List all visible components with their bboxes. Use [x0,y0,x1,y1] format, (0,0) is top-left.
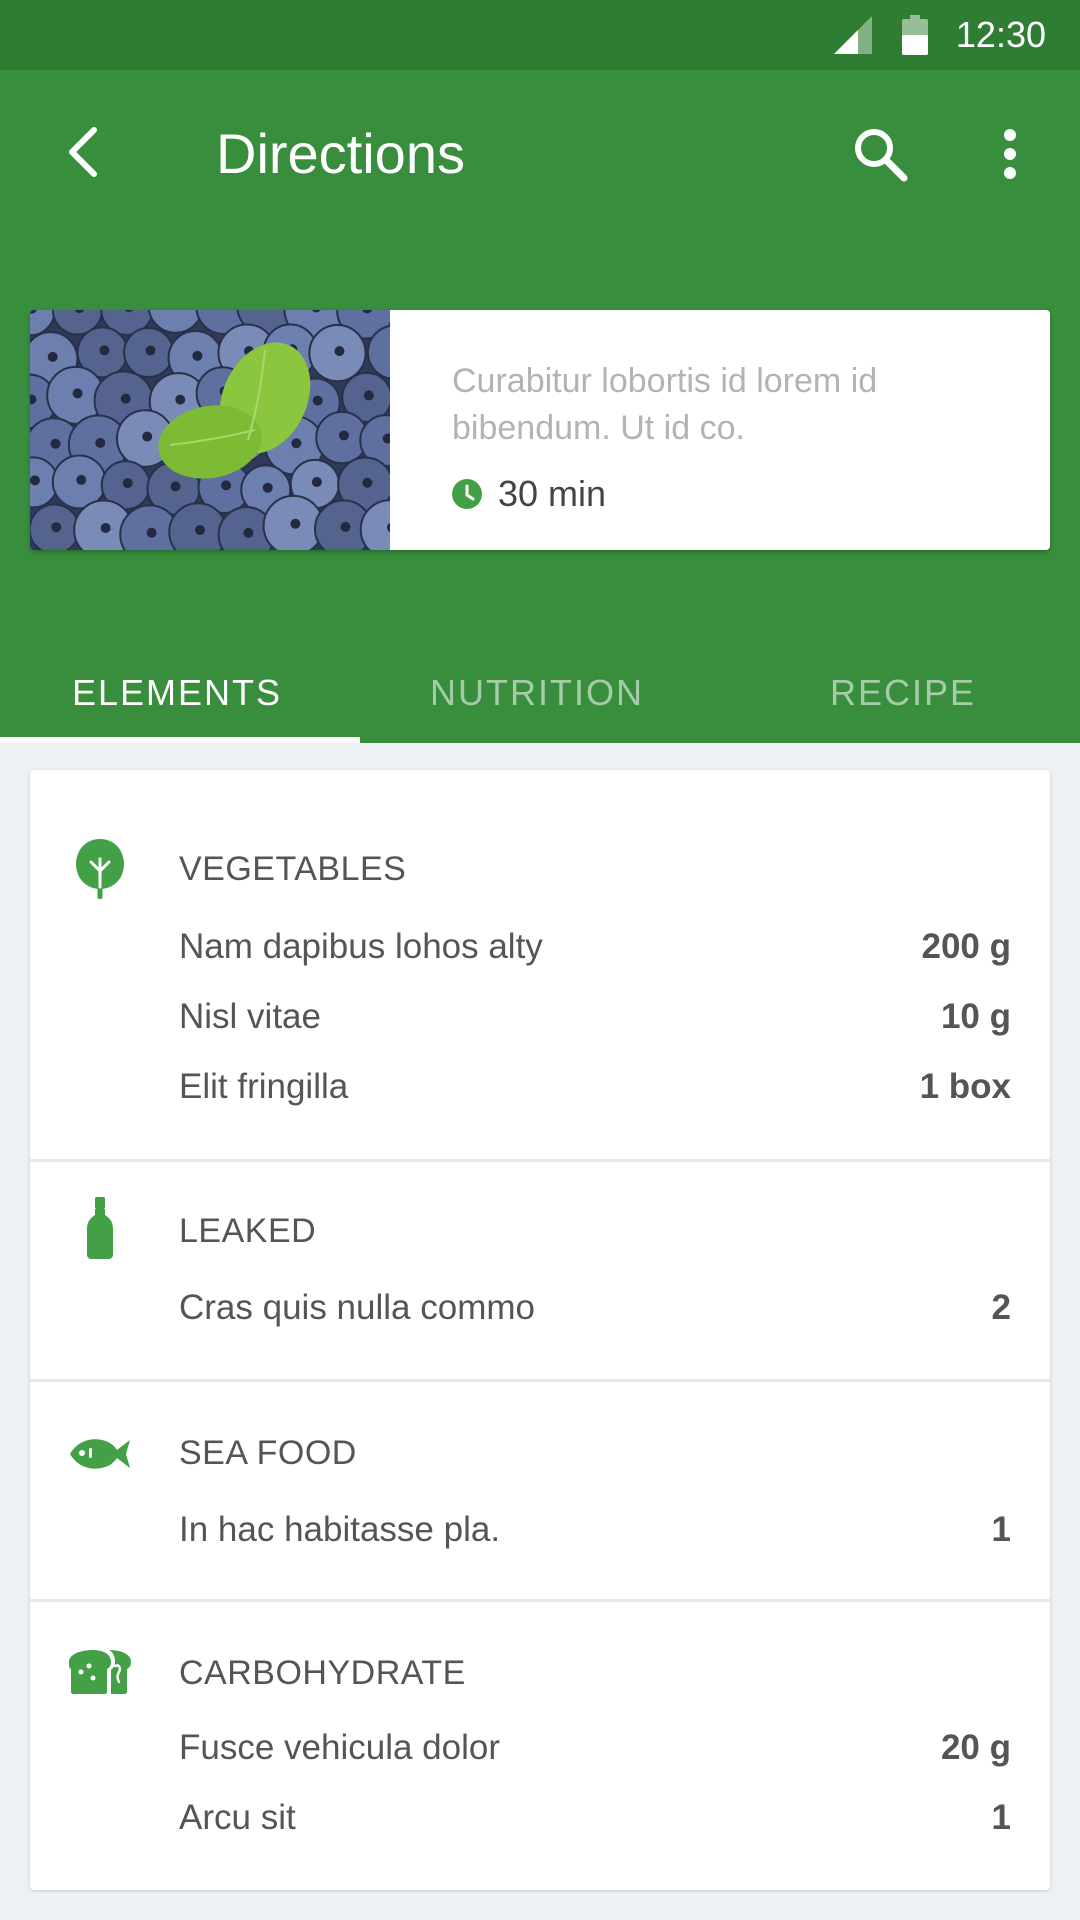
signal-icon [833,16,872,54]
back-arrow-icon [69,127,97,177]
section-carbohydrate: CARBOHYDRATE Fusce vehicula dolor 20 g A… [30,1602,1050,1884]
more-vert-icon [1004,129,1016,179]
list-item: In hac habitasse pla. 1 [179,1505,1011,1555]
recipe-time-label: 30 min [498,473,607,514]
bread-icon [68,1638,132,1702]
list-item: Nisl vitae 10 g [179,992,1011,1042]
status-time: 12:30 [955,14,1046,55]
list-item: Nam dapibus lohos alty 200 g [179,922,1011,972]
leaf-icon [68,836,132,900]
item-name: Cras quis nulla commo [179,1288,535,1327]
section-leaked: LEAKED Cras quis nulla commo 2 [30,1162,1050,1382]
tab-elements-label: ELEMENTS [72,672,283,713]
item-quantity: 10 g [940,997,1011,1036]
section-title: SEA FOOD [179,1434,357,1472]
tab-nutrition-label: NUTRITION [430,672,644,713]
section-title: VEGETABLES [179,850,407,888]
item-name: Nisl vitae [179,997,321,1036]
item-quantity: 1 [991,1510,1011,1549]
more-options-button[interactable] [990,122,1030,186]
search-icon [855,129,908,182]
back-button[interactable] [54,122,114,182]
active-tab-indicator [0,737,360,743]
recipe-description: Curabitur lobortis id lorem id bibendum.… [452,362,878,447]
battery-icon [901,15,928,55]
clock-icon [452,479,482,509]
item-name: Arcu sit [179,1798,296,1837]
tab-recipe-label: RECIPE [830,672,977,713]
item-quantity: 200 g [921,927,1012,966]
recipe-card[interactable]: Curabitur lobortis id lorem id bibendum.… [30,310,1050,550]
item-quantity: 1 [991,1798,1011,1837]
tab-nutrition[interactable]: NUTRITION [360,643,720,743]
list-item: Elit fringilla 1 box [179,1062,1011,1112]
section-vegetables: VEGETABLES Nam dapibus lohos alty 200 g … [30,770,1050,1162]
fish-icon [68,1422,132,1486]
blueberries-illustration [30,310,390,550]
item-quantity: 1 box [919,1067,1011,1106]
tab-bar: ELEMENTS NUTRITION RECIPE [0,643,1080,743]
list-item: Arcu sit 1 [179,1793,1011,1843]
item-name: Nam dapibus lohos alty [179,927,543,966]
list-item: Fusce vehicula dolor 20 g [179,1723,1011,1773]
section-sea-food: SEA FOOD In hac habitasse pla. 1 [30,1382,1050,1602]
tab-recipe[interactable]: RECIPE [720,643,1080,743]
search-button[interactable] [848,122,912,186]
item-name: Fusce vehicula dolor [179,1728,500,1767]
app-header: Directions Curabitur lobortis id lorem i… [0,70,1080,743]
toolbar: Directions [0,70,1080,240]
bottle-icon [68,1196,132,1260]
status-bar: 12:30 [0,0,1080,70]
blueberries-image [30,310,390,550]
list-item: Cras quis nulla commo 2 [179,1283,1011,1333]
page-title: Directions [216,122,465,185]
item-quantity: 20 g [940,1728,1011,1767]
tab-elements[interactable]: ELEMENTS [0,643,360,743]
item-name: In hac habitasse pla. [179,1510,501,1549]
section-title: CARBOHYDRATE [179,1654,466,1692]
item-quantity: 2 [991,1288,1011,1327]
section-title: LEAKED [179,1212,317,1250]
recipe-time: 30 min [452,472,606,516]
item-name: Elit fringilla [179,1067,349,1106]
ingredients-card: VEGETABLES Nam dapibus lohos alty 200 g … [30,770,1050,1890]
